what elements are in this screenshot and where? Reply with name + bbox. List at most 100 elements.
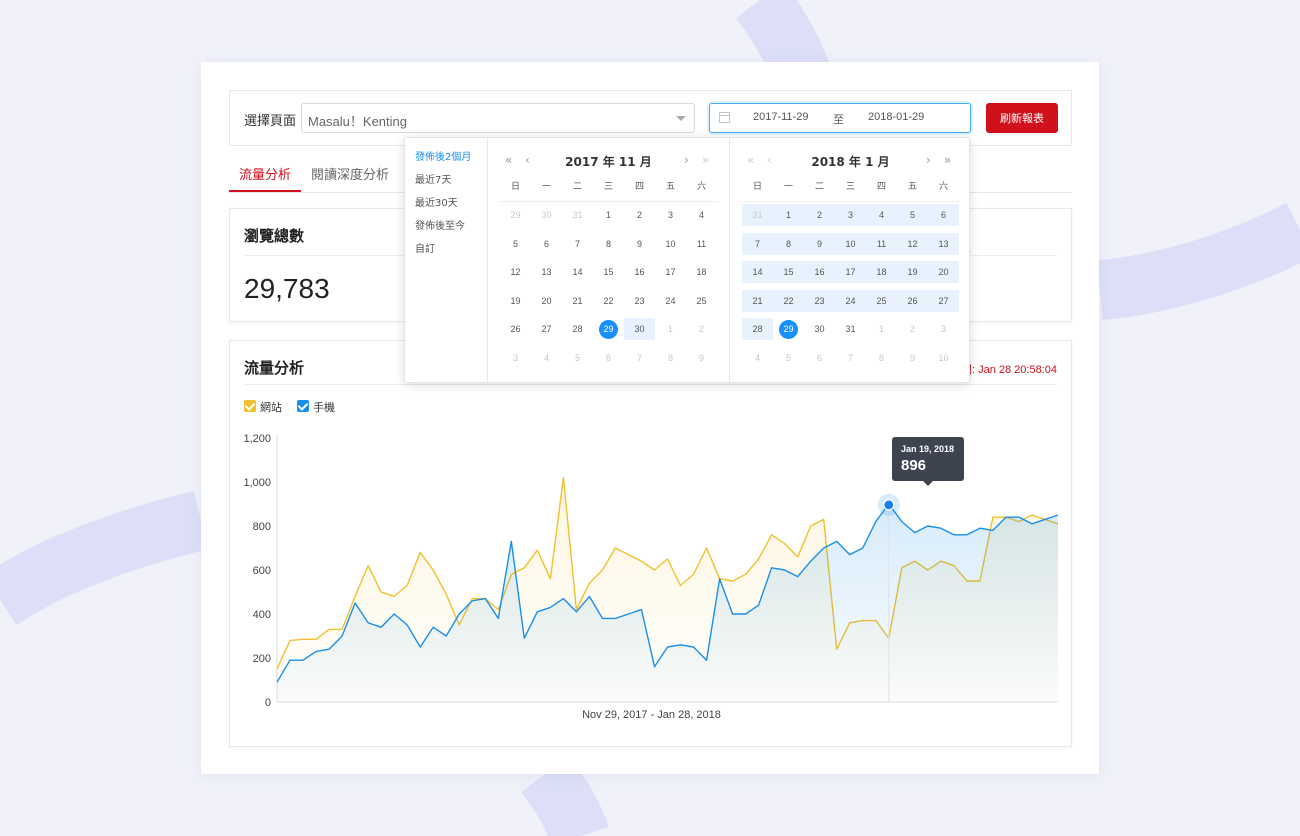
checkbox-checked-icon[interactable] — [244, 400, 256, 412]
calendar-day[interactable]: 9 — [624, 233, 655, 255]
tab-traffic-analysis[interactable]: 流量分析 — [239, 164, 291, 183]
calendar-day[interactable]: 18 — [866, 261, 897, 283]
calendar-day[interactable]: 19 — [500, 290, 531, 312]
preset-since-publish[interactable]: 發佈後至今 — [415, 217, 465, 232]
calendar-day[interactable]: 4 — [866, 204, 897, 226]
calendar-day[interactable]: 14 — [742, 261, 773, 283]
calendar-day[interactable]: 24 — [655, 290, 686, 312]
calendar-day[interactable]: 5 — [500, 233, 531, 255]
calendar-day[interactable]: 15 — [773, 261, 804, 283]
calendar-day[interactable]: 1 — [773, 204, 804, 226]
calendar-day[interactable]: 14 — [562, 261, 593, 283]
calendar-day[interactable]: 5 — [773, 347, 804, 369]
calendar-day[interactable]: 27 — [928, 289, 959, 312]
calendar-day[interactable]: 4 — [686, 204, 717, 226]
calendar-day[interactable]: 23 — [624, 290, 655, 312]
preset-custom[interactable]: 自訂 — [415, 240, 435, 255]
calendar-day[interactable]: 28 — [742, 318, 773, 340]
calendar-day[interactable]: 31 — [835, 318, 866, 340]
calendar-day[interactable]: 23 — [804, 289, 835, 312]
checkbox-checked-icon[interactable] — [297, 400, 309, 412]
calendar-day[interactable]: 29 — [593, 318, 624, 340]
calendar-day[interactable]: 22 — [773, 289, 804, 312]
calendar-day[interactable]: 30 — [804, 318, 835, 340]
calendar-day[interactable]: 7 — [835, 347, 866, 369]
calendar-day[interactable]: 30 — [624, 318, 655, 340]
calendar-day[interactable]: 13 — [531, 261, 562, 283]
calendar-day[interactable]: 17 — [835, 261, 866, 283]
calendar-day[interactable]: 15 — [593, 261, 624, 283]
calendar-day[interactable]: 21 — [742, 289, 773, 312]
calendar-day[interactable]: 12 — [500, 261, 531, 283]
calendar-day[interactable]: 8 — [866, 347, 897, 369]
calendar-day[interactable]: 2 — [897, 318, 928, 340]
calendar-day[interactable]: 26 — [897, 289, 928, 312]
date-range-picker[interactable]: 2017-11-29 至 2018-01-29 — [709, 103, 971, 133]
calendar-day[interactable]: 8 — [593, 233, 624, 255]
preset-last-7-days[interactable]: 最近7天 — [415, 171, 451, 186]
calendar-day[interactable]: 5 — [562, 347, 593, 369]
calendar-day[interactable]: 31 — [742, 204, 773, 226]
calendar-day[interactable]: 3 — [835, 204, 866, 226]
calendar-day[interactable]: 28 — [562, 318, 593, 340]
calendar-day[interactable]: 4 — [531, 347, 562, 369]
calendar-day[interactable]: 6 — [804, 347, 835, 369]
calendar-day[interactable]: 16 — [624, 261, 655, 283]
calendar-day[interactable]: 31 — [562, 204, 593, 226]
calendar-day[interactable]: 3 — [500, 347, 531, 369]
preset-last-30-days[interactable]: 最近30天 — [415, 194, 458, 209]
next-month-icon[interactable]: › — [926, 153, 931, 167]
next-month-icon[interactable]: › — [684, 153, 689, 167]
calendar-day[interactable]: 2 — [804, 204, 835, 226]
next-year-icon[interactable]: » — [944, 153, 951, 167]
calendar-day[interactable]: 20 — [928, 261, 959, 283]
calendar-day[interactable]: 10 — [655, 233, 686, 255]
calendar-day[interactable]: 7 — [742, 232, 773, 255]
calendar-day[interactable]: 27 — [531, 318, 562, 340]
calendar-day[interactable]: 4 — [742, 347, 773, 369]
calendar-day[interactable]: 11 — [686, 233, 717, 255]
tab-reading-depth[interactable]: 閱讀深度分析 — [311, 164, 389, 183]
preset-2-months[interactable]: 發佈後2個月 — [415, 148, 471, 163]
calendar-day[interactable]: 2 — [624, 204, 655, 226]
calendar-day[interactable]: 5 — [897, 204, 928, 226]
page-select[interactable]: Masalu！Kenting — [301, 103, 695, 133]
calendar-day[interactable]: 21 — [562, 290, 593, 312]
calendar-day[interactable]: 3 — [928, 318, 959, 340]
calendar-day[interactable]: 7 — [562, 233, 593, 255]
calendar-day[interactable]: 1 — [866, 318, 897, 340]
calendar-day[interactable]: 8 — [655, 347, 686, 369]
calendar-day[interactable]: 9 — [804, 232, 835, 255]
calendar-day[interactable]: 6 — [593, 347, 624, 369]
calendar-day[interactable]: 9 — [897, 347, 928, 369]
calendar-day[interactable]: 10 — [928, 347, 959, 369]
calendar-day[interactable]: 20 — [531, 290, 562, 312]
calendar-day[interactable]: 25 — [866, 289, 897, 312]
next-year-icon[interactable]: » — [702, 153, 709, 167]
calendar-day[interactable]: 29 — [500, 204, 531, 226]
calendar-day[interactable]: 19 — [897, 261, 928, 283]
calendar-day[interactable]: 22 — [593, 290, 624, 312]
calendar-day[interactable]: 8 — [773, 232, 804, 255]
calendar-day[interactable]: 6 — [531, 233, 562, 255]
range-start-input[interactable]: 2017-11-29 — [753, 111, 808, 123]
calendar-day[interactable]: 29 — [773, 318, 804, 340]
calendar-day[interactable]: 10 — [835, 232, 866, 255]
calendar-day[interactable]: 9 — [686, 347, 717, 369]
calendar-day[interactable]: 13 — [928, 232, 959, 255]
calendar-day[interactable]: 30 — [531, 204, 562, 226]
calendar-day[interactable]: 2 — [686, 318, 717, 340]
calendar-day[interactable]: 7 — [624, 347, 655, 369]
refresh-report-button[interactable]: 刷新報表 — [986, 103, 1058, 133]
range-end-input[interactable]: 2018-01-29 — [868, 111, 924, 123]
calendar-day[interactable]: 1 — [655, 318, 686, 340]
calendar-day[interactable]: 1 — [593, 204, 624, 226]
calendar-day[interactable]: 6 — [928, 204, 959, 226]
calendar-day[interactable]: 25 — [686, 290, 717, 312]
calendar-day[interactable]: 26 — [500, 318, 531, 340]
calendar-day[interactable]: 24 — [835, 289, 866, 312]
calendar-day[interactable]: 12 — [897, 232, 928, 255]
calendar-day[interactable]: 3 — [655, 204, 686, 226]
calendar-day[interactable]: 11 — [866, 232, 897, 255]
calendar-day[interactable]: 17 — [655, 261, 686, 283]
